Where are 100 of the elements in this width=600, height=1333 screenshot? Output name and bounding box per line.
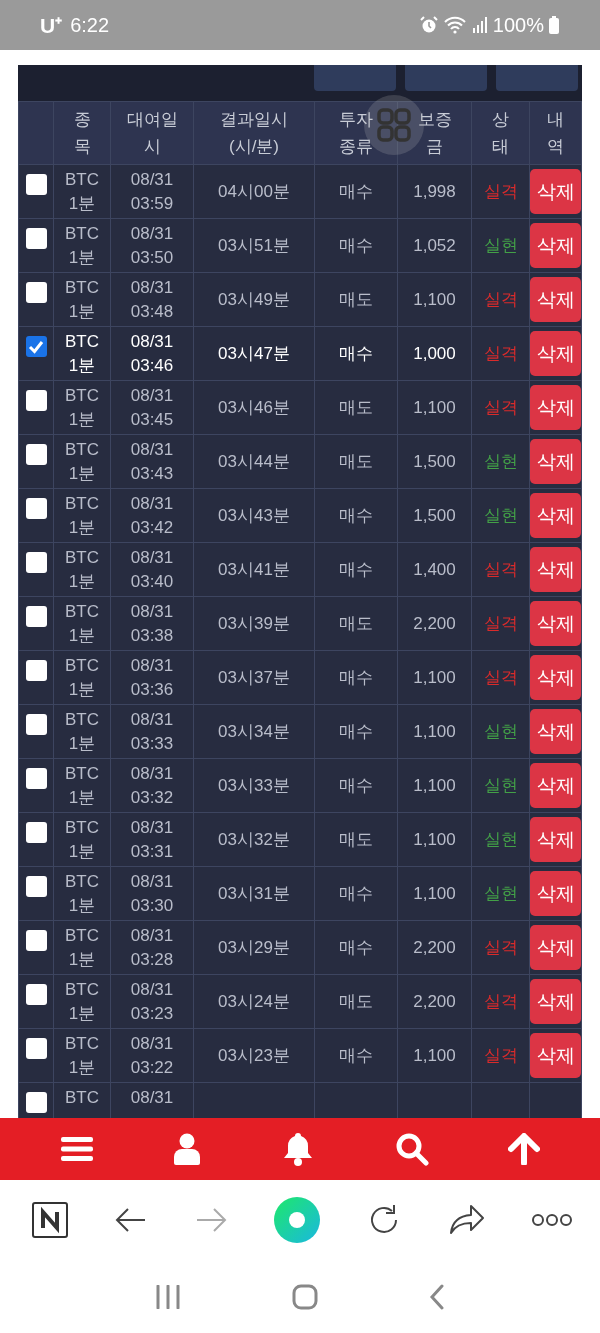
delete-button[interactable]: 삭제 [530, 385, 581, 430]
table-cell: 03시39분 [194, 597, 314, 650]
checkbox[interactable] [25, 1092, 47, 1113]
user-icon[interactable] [173, 1133, 202, 1165]
share-icon[interactable] [448, 1204, 485, 1236]
table-cell: 실격 [472, 921, 529, 974]
column-header: 대여일 시 [111, 102, 193, 164]
table-cell: BTC [54, 1083, 110, 1118]
checkbox[interactable] [25, 228, 47, 249]
table-cell: 03시37분 [194, 651, 314, 704]
checkbox[interactable] [25, 336, 47, 357]
table-cell: 08/31 03:28 [111, 921, 193, 974]
table-cell: 매도 [315, 597, 397, 650]
table-cell: 08/31 03:36 [111, 651, 193, 704]
table-cell: BTC 1분 [54, 597, 110, 650]
table-cell: 매수 [315, 921, 397, 974]
delete-button[interactable]: 삭제 [530, 1033, 581, 1078]
delete-button[interactable]: 삭제 [530, 817, 581, 862]
delete-button[interactable]: 삭제 [530, 493, 581, 538]
recents-icon[interactable] [155, 1284, 182, 1309]
checkbox[interactable] [25, 174, 47, 195]
table-cell: 03시23분 [194, 1029, 314, 1082]
checkbox[interactable] [25, 768, 47, 789]
delete-button[interactable]: 삭제 [530, 979, 581, 1024]
delete-button[interactable]: 삭제 [530, 601, 581, 646]
checkbox[interactable] [25, 714, 47, 735]
search-icon[interactable] [394, 1132, 429, 1166]
checkbox[interactable] [25, 876, 47, 897]
table-cell: 실격 [472, 651, 529, 704]
table-cell: 2,200 [398, 975, 471, 1028]
menu-icon[interactable] [59, 1135, 94, 1163]
table-cell: BTC 1분 [54, 705, 110, 758]
carrier-label: U⁺ [40, 13, 63, 39]
table-cell: 매수 [315, 165, 397, 218]
table-cell: 2,200 [398, 597, 471, 650]
battery-level: 100% [492, 13, 544, 37]
delete-button[interactable]: 삭제 [530, 223, 581, 268]
delete-button[interactable]: 삭제 [530, 439, 581, 484]
checkbox[interactable] [25, 822, 47, 843]
table-cell: 08/31 03:38 [111, 597, 193, 650]
column-header: 결과일시 (시/분) [194, 102, 314, 164]
bell-icon[interactable] [281, 1131, 315, 1167]
more-icon[interactable] [531, 1213, 572, 1227]
home-icon[interactable] [292, 1283, 318, 1310]
back-arrow-icon[interactable] [115, 1207, 148, 1233]
table-cell: 08/31 03:31 [111, 813, 193, 866]
checkbox[interactable] [25, 606, 47, 627]
back-icon[interactable] [428, 1283, 445, 1310]
table-cell: 1,100 [398, 651, 471, 704]
table-cell: 2,200 [398, 921, 471, 974]
checkbox[interactable] [25, 660, 47, 681]
checkbox[interactable] [25, 390, 47, 411]
checkbox[interactable] [25, 1038, 47, 1059]
table-cell: BTC 1분 [54, 1029, 110, 1082]
table-cell: 1,100 [398, 759, 471, 812]
delete-button[interactable]: 삭제 [530, 169, 581, 214]
table-cell: 03시29분 [194, 921, 314, 974]
delete-button[interactable]: 삭제 [530, 871, 581, 916]
table-cell: 1,100 [398, 1029, 471, 1082]
column-header: 상 태 [472, 102, 529, 164]
table-cell: 매도 [315, 813, 397, 866]
wifi-icon [442, 15, 467, 35]
battery-icon [548, 15, 560, 35]
checkbox[interactable] [25, 552, 47, 573]
table-cell: BTC 1분 [54, 543, 110, 596]
checkbox[interactable] [25, 984, 47, 1005]
n-logo-icon[interactable] [32, 1202, 68, 1238]
table-cell: 08/31 03:40 [111, 543, 193, 596]
arrow-up-icon[interactable] [508, 1133, 541, 1165]
delete-button[interactable]: 삭제 [530, 547, 581, 592]
table-cell: 매수 [315, 1029, 397, 1082]
table-cell: 실현 [472, 813, 529, 866]
table-cell: 03시24분 [194, 975, 314, 1028]
table-cell: 08/31 03:59 [111, 165, 193, 218]
delete-button[interactable]: 삭제 [530, 709, 581, 754]
table-cell: 실격 [472, 381, 529, 434]
table-cell: 08/31 03:43 [111, 435, 193, 488]
delete-button[interactable]: 삭제 [530, 331, 581, 376]
table-cell: 03시33분 [194, 759, 314, 812]
delete-button[interactable]: 삭제 [530, 277, 581, 322]
delete-button[interactable]: 삭제 [530, 763, 581, 808]
table-cell: 매도 [315, 381, 397, 434]
delete-button[interactable]: 삭제 [530, 655, 581, 700]
table-cell: 08/31 03:22 [111, 1029, 193, 1082]
table-cell: 1,500 [398, 435, 471, 488]
checkbox[interactable] [25, 444, 47, 465]
checkbox[interactable] [25, 282, 47, 303]
table-cell: 03시51분 [194, 219, 314, 272]
table-cell: BTC 1분 [54, 759, 110, 812]
table-cell: 03시34분 [194, 705, 314, 758]
table-cell: 매도 [315, 975, 397, 1028]
checkbox[interactable] [25, 498, 47, 519]
table-cell: BTC 1분 [54, 867, 110, 920]
delete-button[interactable]: 삭제 [530, 925, 581, 970]
table-cell: 매수 [315, 651, 397, 704]
table-cell: 실현 [472, 435, 529, 488]
alarm-icon [418, 15, 439, 35]
table-cell: 실격 [472, 1029, 529, 1082]
table-cell: 1,500 [398, 489, 471, 542]
checkbox[interactable] [25, 930, 47, 951]
